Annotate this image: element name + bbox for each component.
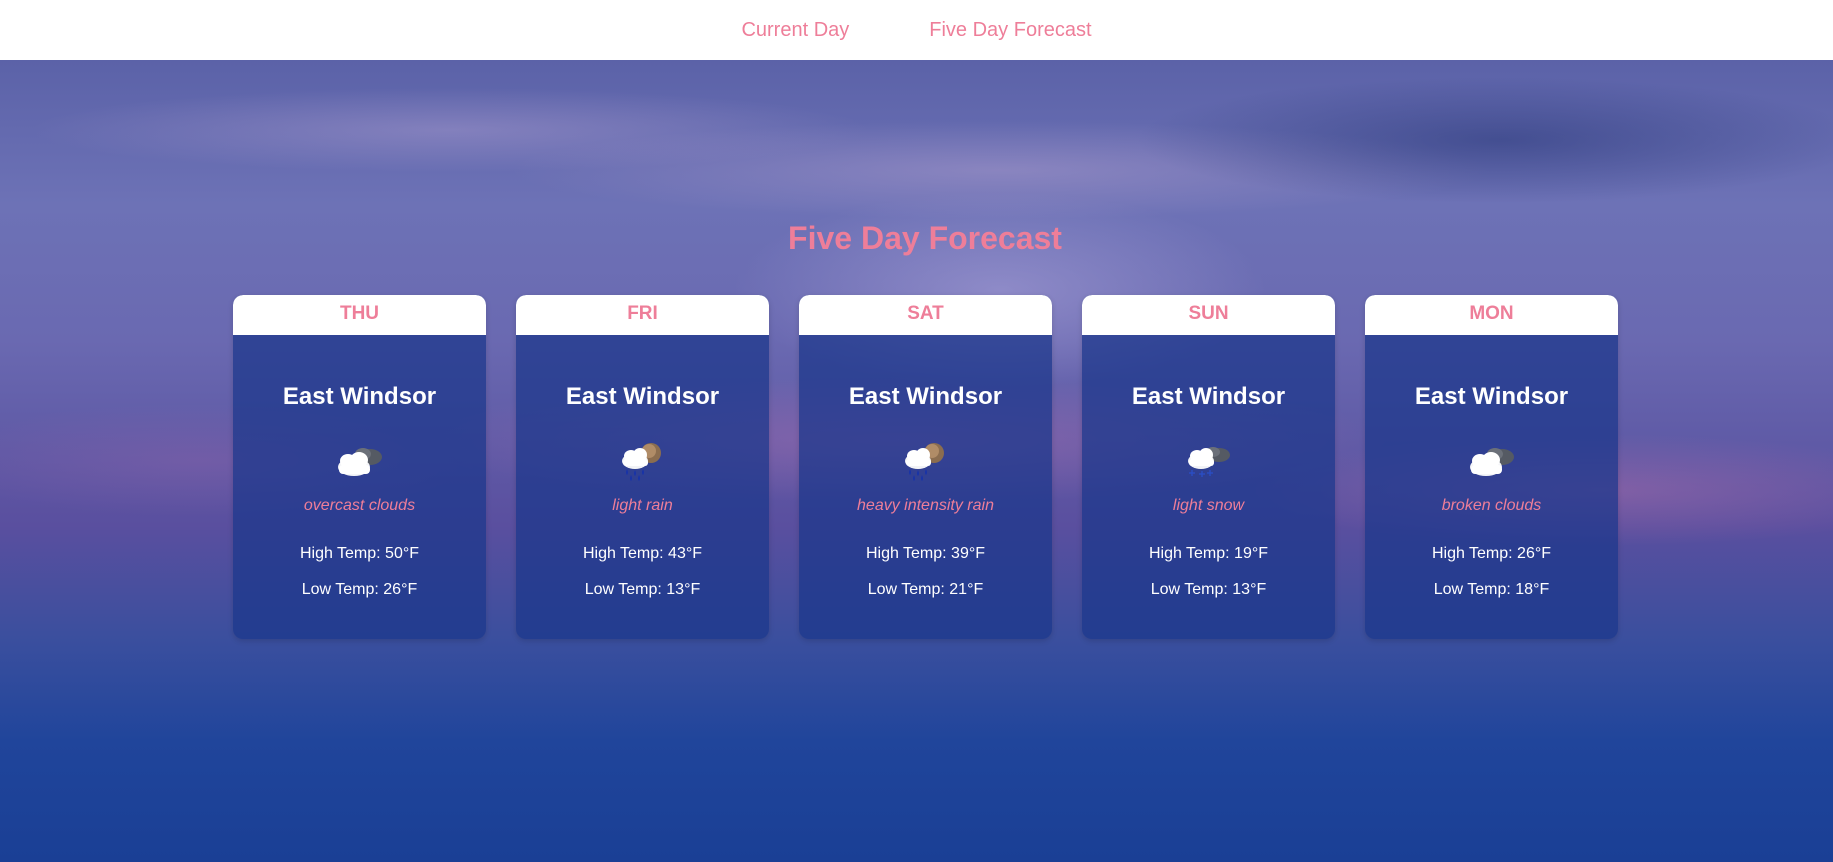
- card-city: East Windsor: [848, 383, 1003, 410]
- light-snow-icon: [1082, 439, 1335, 483]
- card-low-temp: Low Temp: 21°F: [867, 581, 984, 598]
- forecast-cards: THU East Windsor overcast clouds High Te…: [233, 295, 1618, 639]
- forecast-card-fri: FRI East Windsor light rain High Temp: 4…: [516, 295, 769, 639]
- card-city: East Windsor: [1414, 383, 1569, 410]
- page-title: Five Day Forecast: [788, 220, 1062, 256]
- card-low-temp: Low Temp: 18°F: [1433, 581, 1550, 598]
- forecast-card-sun: SUN East Windsor light snow High Temp: 1…: [1082, 295, 1335, 639]
- card-description: light rain: [612, 497, 673, 514]
- card-day-label: SAT: [799, 295, 1052, 335]
- card-day-label: MON: [1365, 295, 1618, 335]
- card-day-label: SUN: [1082, 295, 1335, 335]
- card-day-label: FRI: [516, 295, 769, 335]
- card-description: heavy intensity rain: [857, 497, 994, 514]
- light-rain-icon: [516, 439, 769, 483]
- card-description: broken clouds: [1441, 497, 1542, 514]
- forecast-card-sat: SAT East Windsor heavy intensity rain Hi…: [799, 295, 1052, 639]
- card-low-temp: Low Temp: 13°F: [1150, 581, 1267, 598]
- nav-link-current-day[interactable]: Current Day: [741, 19, 849, 42]
- broken-clouds-icon: [1365, 439, 1618, 483]
- card-city: East Windsor: [282, 383, 437, 410]
- card-low-temp: Low Temp: 26°F: [301, 581, 418, 598]
- card-city: East Windsor: [565, 383, 720, 410]
- card-high-temp: High Temp: 43°F: [582, 545, 703, 562]
- card-day-label: THU: [233, 295, 486, 335]
- card-high-temp: High Temp: 26°F: [1431, 545, 1552, 562]
- forecast-card-mon: MON East Windsor broken clouds High Temp…: [1365, 295, 1618, 639]
- card-description: overcast clouds: [303, 497, 416, 514]
- card-city: East Windsor: [1131, 383, 1286, 410]
- card-high-temp: High Temp: 50°F: [299, 545, 420, 562]
- card-high-temp: High Temp: 39°F: [865, 545, 986, 562]
- card-low-temp: Low Temp: 13°F: [584, 581, 701, 598]
- forecast-card-thu: THU East Windsor overcast clouds High Te…: [233, 295, 486, 639]
- card-high-temp: High Temp: 19°F: [1148, 545, 1269, 562]
- card-description: light snow: [1172, 497, 1245, 514]
- nav-link-five-day-forecast[interactable]: Five Day Forecast: [929, 19, 1091, 42]
- heavy-rain-icon: [799, 439, 1052, 483]
- top-nav: Current Day Five Day Forecast: [0, 0, 1833, 60]
- overcast-clouds-icon: [233, 439, 486, 483]
